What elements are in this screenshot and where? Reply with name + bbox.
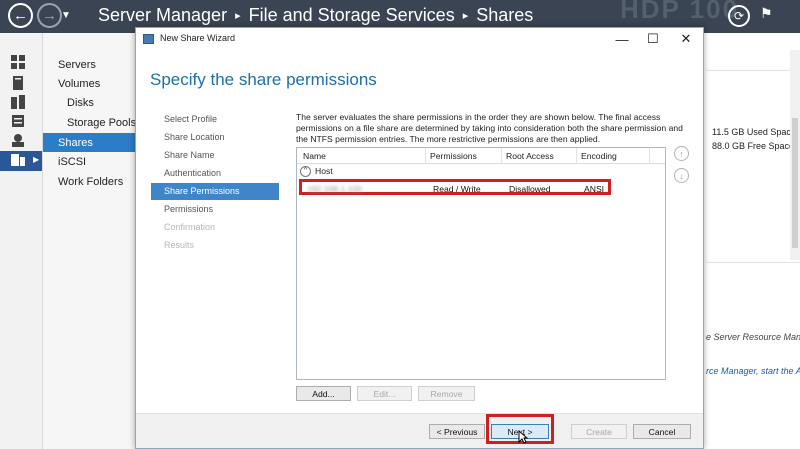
back-arrow-icon: ← bbox=[13, 7, 28, 24]
breadcrumb-separator-icon: ▸ bbox=[462, 10, 469, 22]
step-share-name[interactable]: Share Name bbox=[164, 150, 215, 160]
breadcrumb-separator-icon: ▸ bbox=[235, 10, 241, 22]
step-share-location[interactable]: Share Location bbox=[164, 132, 225, 142]
column-separator bbox=[501, 148, 502, 163]
dashboard-icon[interactable] bbox=[11, 55, 25, 69]
row-permissions-cell: Read / Write bbox=[433, 184, 481, 194]
back-button[interactable]: ← bbox=[8, 3, 33, 28]
collapse-chevron-icon[interactable]: ^ bbox=[300, 166, 311, 178]
column-header-encoding[interactable]: Encoding bbox=[581, 151, 617, 161]
panel-divider bbox=[706, 262, 800, 263]
file-storage-nav: Servers Volumes Disks Storage Pools Shar… bbox=[43, 33, 136, 449]
step-select-profile[interactable]: Select Profile bbox=[164, 114, 217, 124]
panel-divider bbox=[706, 70, 800, 71]
row-root-access-cell: Disallowed bbox=[509, 184, 551, 194]
nav-item-storage-pools[interactable]: Storage Pools bbox=[67, 117, 136, 129]
new-share-wizard-dialog: New Share Wizard — ☐ ✕ Specify the share… bbox=[135, 27, 704, 449]
remove-button[interactable]: Remove bbox=[418, 386, 475, 401]
nav-history-dropdown[interactable]: ▼ bbox=[61, 10, 71, 21]
expand-chevron-icon[interactable]: ▶ bbox=[33, 155, 39, 164]
share-permissions-list[interactable]: Name Permissions Root Access Encoding ^ H… bbox=[296, 147, 666, 380]
maximize-icon[interactable]: ☐ bbox=[638, 30, 668, 48]
notifications-flag-icon[interactable]: ⚑ bbox=[760, 5, 773, 22]
row-name-cell: 192.168.1.100 bbox=[307, 184, 362, 194]
file-server-icon[interactable] bbox=[11, 114, 25, 128]
column-header-name[interactable]: Name bbox=[303, 151, 326, 161]
create-button[interactable]: Create bbox=[571, 424, 627, 439]
background-details-panel: 11.5 GB Used Space 88.0 GB Free Space e … bbox=[706, 33, 800, 449]
close-icon[interactable]: ✕ bbox=[671, 30, 701, 48]
column-header-root-access[interactable]: Root Access bbox=[506, 151, 554, 161]
watermark-text: HDP 100 bbox=[620, 0, 740, 24]
previous-button[interactable]: < Previous bbox=[429, 424, 485, 439]
row-encoding-cell: ANSI bbox=[584, 184, 605, 194]
all-servers-icon[interactable] bbox=[11, 95, 25, 109]
group-header-host[interactable]: ^ Host bbox=[300, 166, 333, 178]
iis-icon[interactable] bbox=[11, 133, 25, 147]
nav-item-work-folders[interactable]: Work Folders bbox=[58, 176, 123, 188]
left-icon-rail: ▶ bbox=[0, 33, 43, 449]
move-up-arrow-icon[interactable]: ↑ bbox=[674, 146, 689, 161]
column-separator bbox=[649, 148, 650, 163]
breadcrumb: Server Manager ▸ File and Storage Services… bbox=[98, 5, 533, 26]
list-header: Name Permissions Root Access Encoding bbox=[297, 148, 665, 164]
step-results: Results bbox=[164, 240, 195, 250]
nav-item-shares[interactable]: Shares bbox=[58, 137, 93, 149]
cancel-button[interactable]: Cancel bbox=[633, 424, 691, 439]
table-row[interactable]: 192.168.1.100 Read / Write Disallowed AN… bbox=[299, 179, 611, 195]
nav-item-iscsi[interactable]: iSCSI bbox=[58, 156, 86, 168]
wizard-title: New Share Wizard bbox=[160, 33, 236, 43]
wizard-titlebar: New Share Wizard — ☐ ✕ bbox=[136, 28, 703, 51]
fsrm-start-link[interactable]: rce Manager, start the A bbox=[706, 366, 800, 376]
step-permissions[interactable]: Permissions bbox=[164, 204, 213, 214]
permissions-description: The server evaluates the share permissio… bbox=[296, 112, 683, 144]
refresh-icon[interactable]: ⟳ bbox=[728, 5, 750, 27]
free-space-text: 88.0 GB Free Space bbox=[712, 141, 795, 151]
forward-arrow-icon: → bbox=[42, 7, 57, 24]
step-confirmation: Confirmation bbox=[164, 222, 216, 232]
step-share-permissions[interactable]: Share Permissions bbox=[164, 186, 240, 196]
nav-item-servers[interactable]: Servers bbox=[58, 59, 96, 71]
column-separator bbox=[576, 148, 577, 163]
breadcrumb-item-shares[interactable]: Shares bbox=[476, 5, 533, 25]
nav-item-volumes[interactable]: Volumes bbox=[58, 78, 100, 90]
column-separator bbox=[425, 148, 426, 163]
move-down-arrow-icon[interactable]: ↓ bbox=[674, 168, 689, 183]
column-header-permissions[interactable]: Permissions bbox=[430, 151, 477, 161]
local-server-icon[interactable] bbox=[11, 76, 25, 90]
add-button[interactable]: Add... bbox=[296, 386, 351, 401]
breadcrumb-item-server-manager[interactable]: Server Manager bbox=[98, 5, 227, 25]
breadcrumb-item-file-storage[interactable]: File and Storage Services bbox=[249, 5, 455, 25]
file-storage-icon[interactable] bbox=[11, 153, 25, 167]
edit-button[interactable]: Edit... bbox=[357, 386, 412, 401]
mouse-cursor-icon bbox=[518, 430, 528, 444]
wizard-app-icon bbox=[143, 34, 154, 44]
minimize-icon[interactable]: — bbox=[607, 30, 637, 48]
used-space-text: 11.5 GB Used Space bbox=[712, 127, 796, 137]
forward-button[interactable]: → bbox=[37, 3, 62, 28]
step-authentication[interactable]: Authentication bbox=[164, 168, 221, 178]
nav-item-disks[interactable]: Disks bbox=[67, 97, 94, 109]
wizard-page-heading: Specify the share permissions bbox=[150, 70, 377, 89]
fsrm-info-text: e Server Resource Manag bbox=[706, 332, 800, 342]
group-label: Host bbox=[315, 166, 333, 176]
background-scrollbar-thumb[interactable] bbox=[792, 118, 798, 248]
